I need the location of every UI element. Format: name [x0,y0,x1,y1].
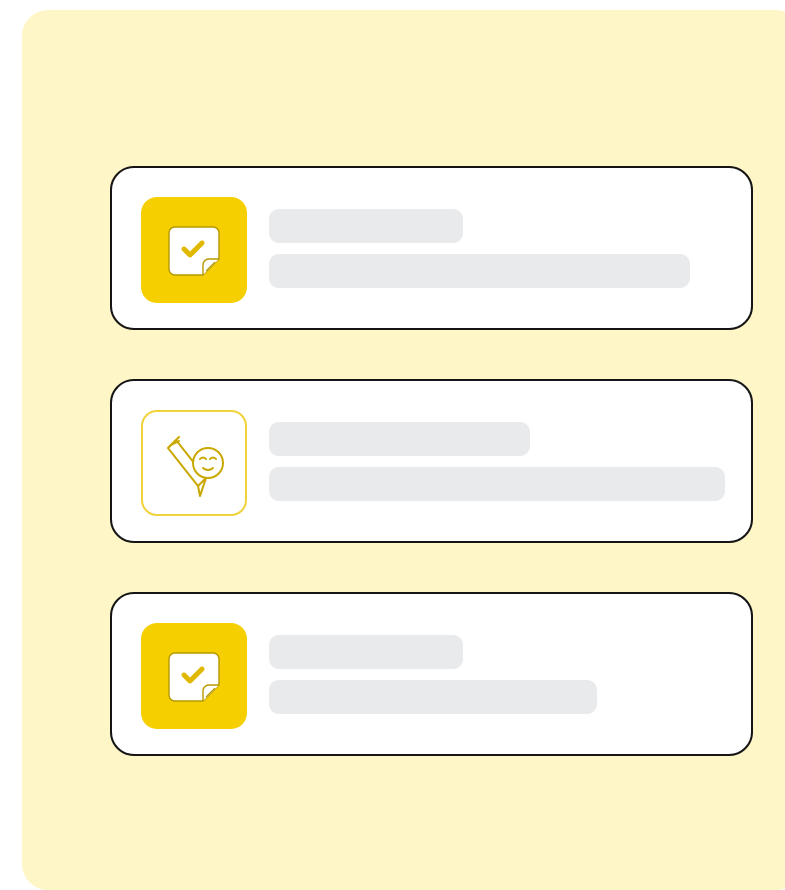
list-card[interactable] [110,592,753,756]
skeleton-title-bar [269,209,463,243]
icon-tile [141,623,247,729]
skeleton-subtitle-bar [269,254,690,288]
checklist-note-icon [168,652,220,702]
skeleton-title-bar [269,635,463,669]
pencil-smiley-icon [167,436,224,497]
icon-tile [141,410,247,516]
icon-tile [141,197,247,303]
skeleton-title-bar [269,422,530,456]
skeleton-subtitle-bar [269,680,597,714]
skeleton-subtitle-bar [269,467,725,501]
background-panel [22,10,785,890]
list-card[interactable] [110,379,753,543]
list-card[interactable] [110,166,753,330]
checklist-note-icon [168,226,220,276]
